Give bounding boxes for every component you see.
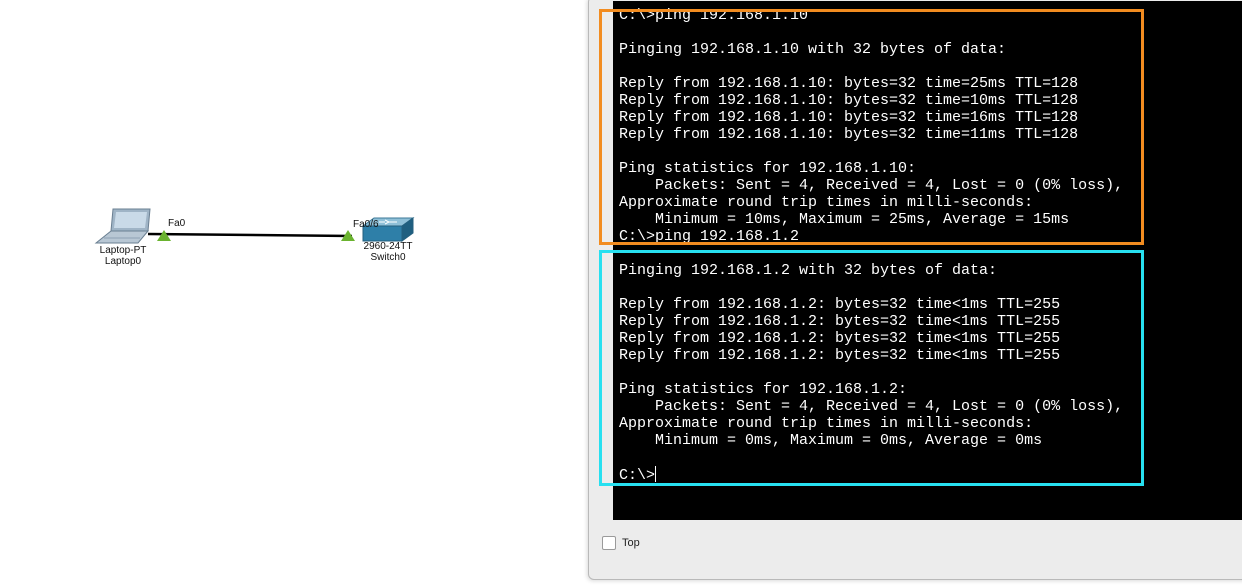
ping1-rtt-header: Approximate round trip times in milli-se…: [619, 194, 1034, 211]
ping2-stats-header: Ping statistics for 192.168.1.2:: [619, 381, 908, 398]
terminal-output[interactable]: C:\>ping 192.168.1.10 Pinging 192.168.1.…: [619, 7, 1123, 484]
laptop-desktop-window[interactable]: C:\>ping 192.168.1.10 Pinging 192.168.1.…: [588, 0, 1242, 580]
laptop-icon[interactable]: [94, 208, 151, 244]
top-checkbox[interactable]: [602, 536, 616, 550]
top-option[interactable]: Top: [602, 536, 640, 550]
ping1-stats-header: Ping statistics for 192.168.1.10:: [619, 160, 917, 177]
ping2-reply: Reply from 192.168.1.2: bytes=32 time<1m…: [619, 313, 1061, 330]
text-cursor: [655, 466, 657, 482]
topology-canvas[interactable]: Fa0 Fa0/6 Laptop-PT Laptop0 2960-24TT Sw…: [0, 0, 588, 588]
command-prompt-terminal[interactable]: C:\>ping 192.168.1.10 Pinging 192.168.1.…: [613, 1, 1242, 520]
current-prompt: C:\>: [619, 467, 656, 484]
ping2-rtt-header: Approximate round trip times in milli-se…: [619, 415, 1034, 432]
ping1-rtt: Minimum = 10ms, Maximum = 25ms, Average …: [619, 211, 1070, 228]
ping1-reply: Reply from 192.168.1.10: bytes=32 time=2…: [619, 75, 1079, 92]
ethernet-cable[interactable]: [147, 232, 353, 238]
topology-drawing: [94, 208, 415, 244]
ping2-packets: Packets: Sent = 4, Received = 4, Lost = …: [619, 398, 1124, 415]
laptop-name: Laptop0: [104, 256, 142, 267]
ping2-reply: Reply from 192.168.1.2: bytes=32 time<1m…: [619, 296, 1061, 313]
switch-port-label: Fa0/6: [353, 219, 379, 230]
ping2-header: Pinging 192.168.1.2 with 32 bytes of dat…: [619, 262, 998, 279]
ping1-reply: Reply from 192.168.1.10: bytes=32 time=1…: [619, 126, 1079, 143]
laptop-label[interactable]: Laptop-PT Laptop0: [100, 245, 147, 267]
ping2-command: C:\>ping 192.168.1.2: [619, 228, 800, 245]
ping2-reply: Reply from 192.168.1.2: bytes=32 time<1m…: [619, 347, 1061, 364]
switch-model: 2960-24TT: [363, 241, 413, 252]
laptop-model: Laptop-PT: [99, 245, 147, 256]
ping1-header: Pinging 192.168.1.10 with 32 bytes of da…: [619, 41, 1007, 58]
switch-name: Switch0: [370, 252, 406, 263]
switch-label[interactable]: 2960-24TT Switch0: [364, 241, 413, 263]
link-up-indicator-laptop: [157, 230, 171, 241]
top-label: Top: [622, 537, 640, 549]
ping1-reply: Reply from 192.168.1.10: bytes=32 time=1…: [619, 92, 1079, 109]
ping2-reply: Reply from 192.168.1.2: bytes=32 time<1m…: [619, 330, 1061, 347]
ping1-command: C:\>ping 192.168.1.10: [619, 7, 809, 24]
laptop-port-label: Fa0: [168, 218, 186, 229]
ping1-packets: Packets: Sent = 4, Received = 4, Lost = …: [619, 177, 1124, 194]
ping1-reply: Reply from 192.168.1.10: bytes=32 time=1…: [619, 109, 1079, 126]
ping2-rtt: Minimum = 0ms, Maximum = 0ms, Average = …: [619, 432, 1043, 449]
